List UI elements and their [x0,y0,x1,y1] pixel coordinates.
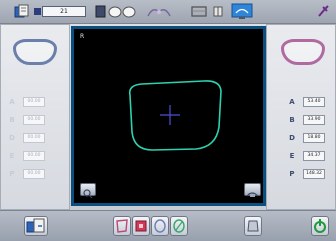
bevel-btn-icon [135,220,147,232]
data-transfer-button[interactable] [24,216,48,236]
left-value-e[interactable]: 00.00 [23,151,45,161]
right-value-b[interactable]: 33.90 [303,115,325,125]
right-value-p[interactable]: 148.32 [303,169,325,179]
view-toggle-button[interactable] [80,183,96,199]
bottom-toolbar [0,210,336,241]
lens-shape-button[interactable] [113,216,131,236]
left-lens-preview[interactable] [13,39,57,65]
tracer-screen: 21 A 00.00 B 00.00 D 00.00 E 00.00 P 00.… [0,0,336,241]
shape-edit-button[interactable] [244,183,261,197]
right-lens-panel: A 53.40 B 33.90 D 18.80 E 34.37 P 148.32 [266,24,336,210]
left-value-a[interactable]: 00.00 [23,97,45,107]
trace-display-frame: R [71,26,266,206]
left-row-e: E 00.00 [5,151,65,161]
left-row-b: B 00.00 [5,115,65,125]
left-key-b: B [9,116,15,124]
right-value-a[interactable]: 53.40 [303,97,325,107]
right-key-d: D [289,134,295,142]
drill-button[interactable] [170,216,188,236]
power-icon [314,219,326,233]
frame-mode-icon[interactable] [190,4,208,19]
right-row-p: P 148.32 [285,169,336,179]
left-key-p: P [9,170,15,178]
right-row-d: D 18.80 [285,133,336,143]
left-key-a: A [9,98,15,106]
left-value-p[interactable]: 00.00 [23,169,45,179]
right-key-b: B [289,116,295,124]
groove-button[interactable] [151,216,169,236]
right-key-a: A [289,98,295,106]
settings-tool-icon[interactable] [316,4,330,19]
bevel-mode-icon[interactable] [145,4,173,19]
left-row-d: D 00.00 [5,133,65,143]
edit-shape-icon [246,192,259,197]
monitor-icon[interactable] [231,3,253,20]
layout-button[interactable] [244,216,262,236]
right-lens-preview[interactable] [281,39,325,65]
left-row-p: P 00.00 [5,169,65,179]
operator-icon[interactable] [14,4,30,19]
right-key-e: E [289,152,295,160]
left-row-a: A 00.00 [5,97,65,107]
right-row-e: E 34.37 [285,151,336,161]
job-indicator-icon [34,8,41,15]
left-key-d: D [9,134,15,142]
start-button[interactable] [311,216,329,236]
job-number-field[interactable]: 21 [42,6,86,17]
transfer-icon [26,218,45,233]
layout-btn-icon [247,220,259,232]
magnifier-icon [83,189,93,199]
lens-shape-btn-icon [116,219,128,233]
center-crosshair-icon [160,105,180,125]
left-lens-panel: A 00.00 B 00.00 D 00.00 E 00.00 P 00.00 [0,24,70,210]
left-value-b[interactable]: 00.00 [23,115,45,125]
left-value-d[interactable]: 00.00 [23,133,45,143]
top-toolbar: 21 [0,0,336,24]
drill-btn-icon [173,219,185,233]
left-key-e: E [9,152,15,160]
trace-canvas[interactable]: R [74,29,263,203]
groove-btn-icon [154,219,166,233]
measure-mode-icon[interactable] [212,4,224,19]
right-value-e[interactable]: 34.37 [303,151,325,161]
right-value-d[interactable]: 18.80 [303,133,325,143]
right-key-p: P [289,170,295,178]
lens-shape-icon[interactable] [95,4,139,19]
right-row-b: B 33.90 [285,115,336,125]
right-row-a: A 53.40 [285,97,336,107]
bevel-button[interactable] [132,216,150,236]
